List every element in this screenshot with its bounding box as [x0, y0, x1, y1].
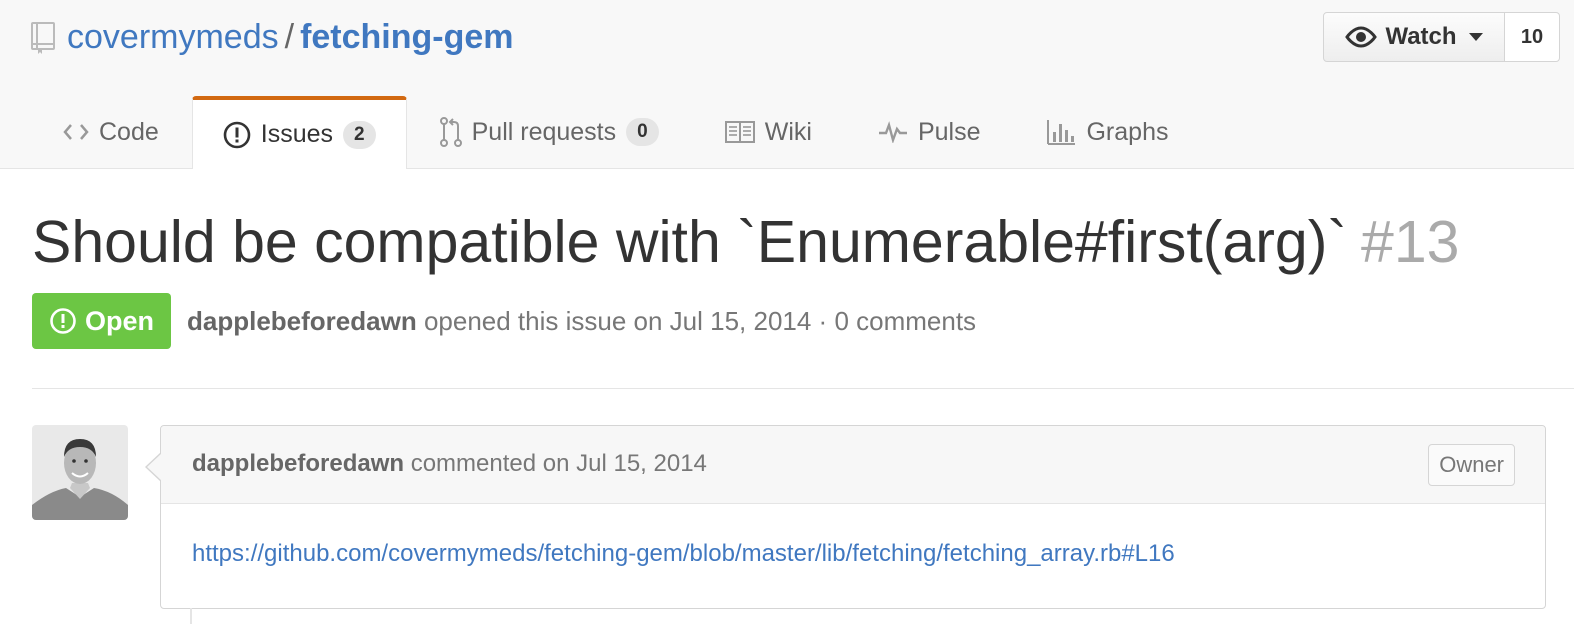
issue-title: Should be compatible with `Enumerable#fi… [32, 206, 1459, 278]
graph-icon [1047, 120, 1076, 145]
watch-group: Watch 10 [1323, 12, 1560, 62]
comment-body-link[interactable]: https://github.com/covermymeds/fetching-… [192, 540, 1175, 567]
repo-name-link[interactable]: fetching-gem [300, 18, 513, 56]
issue-meta-text: opened this issue on Jul 15, 2014 · 0 co… [423, 306, 977, 336]
tab-pull-requests[interactable]: Pull requests 0 [407, 96, 692, 168]
tab-issues[interactable]: Issues 2 [191, 96, 407, 169]
issue-opened-icon [50, 308, 76, 334]
comment-action-text: commented on Jul 15, 2014 [410, 450, 707, 477]
comment: dapplebeforedawn commented on Jul 15, 20… [145, 425, 1546, 609]
issue-number: #13 [1361, 209, 1460, 275]
tab-graphs[interactable]: Graphs [1013, 96, 1201, 168]
tab-pulse[interactable]: Pulse [845, 96, 1014, 168]
comment-header: dapplebeforedawn commented on Jul 15, 20… [161, 426, 1545, 504]
pull-requests-counter: 0 [626, 118, 659, 146]
code-icon [63, 124, 89, 140]
tab-pulse-label: Pulse [917, 117, 981, 146]
avatar-image [32, 425, 128, 520]
avatar[interactable] [32, 425, 128, 520]
comment-header-text: dapplebeforedawn commented on Jul 15, 20… [192, 448, 707, 480]
comment-pointer-fill [147, 453, 162, 481]
issues-counter: 2 [343, 120, 376, 149]
issue-author-link[interactable]: dapplebeforedawn [187, 306, 417, 336]
chevron-down-icon [1468, 33, 1483, 41]
repo-separator: / [284, 18, 295, 56]
tab-pull-requests-label: Pull requests [471, 117, 617, 146]
tab-issues-label: Issues [260, 120, 334, 148]
issue-title-text: Should be compatible with `Enumerable#fi… [32, 209, 1347, 275]
comment-body: https://github.com/covermymeds/fetching-… [192, 538, 1175, 570]
tab-wiki[interactable]: Wiki [692, 96, 845, 168]
repo-owner-link[interactable]: covermymeds [67, 18, 279, 56]
divider [32, 388, 1574, 389]
issue-meta: dapplebeforedawn opened this issue on Ju… [187, 304, 976, 338]
tab-wiki-label: Wiki [764, 117, 812, 146]
git-pull-request-icon [439, 117, 462, 147]
tab-code[interactable]: Code [30, 96, 192, 168]
comment-author-link[interactable]: dapplebeforedawn [192, 450, 404, 477]
repo-title: covermymeds / fetching-gem [67, 16, 514, 58]
book-icon [724, 121, 755, 143]
owner-label: Owner [1428, 444, 1515, 486]
issue-state-label: Open [84, 305, 154, 336]
issue-state-badge: Open [32, 293, 171, 349]
pulse-icon [878, 121, 907, 143]
watch-button[interactable]: Watch [1323, 12, 1505, 62]
repo-icon [31, 22, 55, 54]
issue-opened-icon [223, 121, 251, 148]
watch-label: Watch [1385, 23, 1457, 50]
repo-header: covermymeds/fetching-gem Watch 10 Code [0, 0, 1574, 169]
timeline-line [190, 608, 192, 624]
watch-count[interactable]: 10 [1505, 12, 1560, 62]
repo-nav-tabs: Code Issues 2 Pull requests 0 Wiki Pulse… [30, 96, 1201, 169]
tab-graphs-label: Graphs [1086, 117, 1169, 146]
tab-code-label: Code [99, 117, 159, 146]
eye-icon [1345, 26, 1378, 48]
